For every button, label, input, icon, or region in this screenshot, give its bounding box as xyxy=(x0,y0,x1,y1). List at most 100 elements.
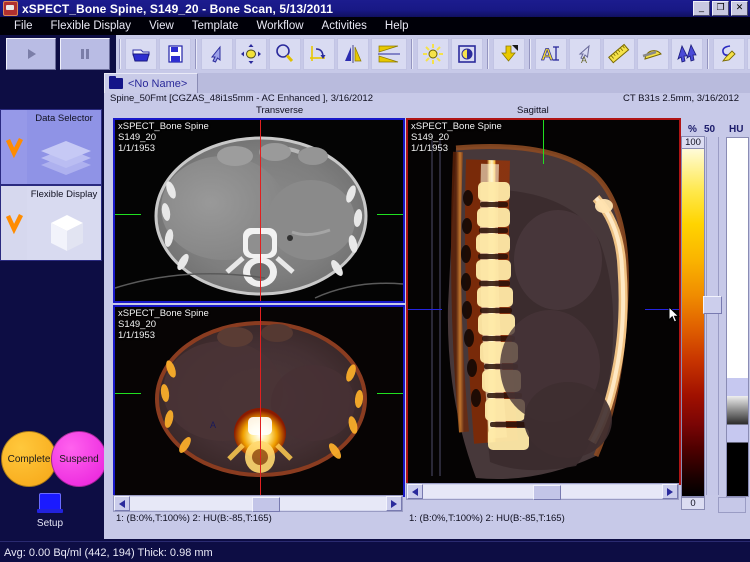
magnifier-icon xyxy=(274,43,296,65)
scrollbar-right-viewport[interactable] xyxy=(406,483,679,500)
scroll-thumb[interactable] xyxy=(533,485,561,500)
chevron-left-icon xyxy=(412,488,419,496)
close-icon: ✕ xyxy=(736,3,744,12)
setup-button[interactable]: Setup xyxy=(0,493,100,529)
scroll-right-arrow[interactable] xyxy=(662,484,678,499)
colorbar-bottom-value[interactable]: 0 xyxy=(681,497,705,510)
mirror-tool[interactable] xyxy=(337,38,369,70)
ruler-tool[interactable] xyxy=(603,38,635,70)
viewport-overlay-text: xSPECT_Bone Spine S149_20 1/1/1953 xyxy=(411,121,502,154)
patient-name: xSPECT_Bone Spine xyxy=(118,308,209,319)
series-header-right: CT B31s 2.5mm, 3/16/2012 xyxy=(623,93,739,104)
roi-draw-tool[interactable] xyxy=(713,38,745,70)
chevron-right-icon xyxy=(391,500,398,508)
scrollbar-left-viewport[interactable] xyxy=(113,495,403,512)
sidebar-item-data-selector[interactable]: Data Selector xyxy=(0,109,102,185)
window-title: xSPECT_Bone Spine, S149_20 - Bone Scan, … xyxy=(22,2,333,16)
pan-tool[interactable] xyxy=(235,38,267,70)
orientation-sagittal: Sagittal xyxy=(517,105,549,116)
open-folder-icon xyxy=(130,43,152,65)
tab-no-name[interactable]: <No Name> xyxy=(104,73,198,93)
complete-button[interactable]: Complete xyxy=(1,431,57,487)
flip-tool[interactable] xyxy=(371,38,407,70)
checkmark-icon xyxy=(6,212,23,234)
color-scale-bar[interactable] xyxy=(681,137,705,497)
navigation-group xyxy=(200,35,408,73)
close-button[interactable]: ✕ xyxy=(731,1,748,16)
pointer-tool[interactable] xyxy=(201,38,233,70)
threshold-slider-thumb[interactable] xyxy=(703,296,722,314)
menu-view[interactable]: View xyxy=(140,20,183,32)
crosshair-tick-right xyxy=(377,214,403,215)
pause-icon xyxy=(78,47,92,61)
viewport-transverse-fused[interactable]: xSPECT_Bone Spine S149_20 1/1/1953 xyxy=(113,305,405,497)
menu-flexible-display[interactable]: Flexible Display xyxy=(42,20,141,32)
viewport-overlay-text: xSPECT_Bone Spine S149_20 1/1/1953 xyxy=(118,121,209,154)
export-tool[interactable] xyxy=(493,38,525,70)
scroll-track[interactable] xyxy=(130,497,386,510)
minimize-button[interactable]: _ xyxy=(693,1,710,16)
scroll-right-arrow[interactable] xyxy=(386,496,402,511)
crosshair-tick-left xyxy=(408,309,442,310)
label-annotation-tool[interactable]: A xyxy=(569,38,601,70)
crosshair-vertical[interactable] xyxy=(260,120,261,301)
menu-file[interactable]: File xyxy=(5,20,42,32)
angle-tool[interactable] xyxy=(637,38,669,70)
crosshair-vertical[interactable] xyxy=(260,307,261,495)
multi-arrow-tool[interactable] xyxy=(671,38,703,70)
text-annotation-tool[interactable]: A xyxy=(535,38,567,70)
pause-button[interactable] xyxy=(60,38,110,70)
contrast-tool[interactable] xyxy=(451,38,483,70)
play-button[interactable] xyxy=(6,38,56,70)
sidebar-item-flexible-display[interactable]: Flexible Display xyxy=(0,185,102,261)
toolbar-separator xyxy=(529,39,531,69)
patient-dob: 1/1/1953 xyxy=(118,330,209,341)
suspend-button[interactable]: Suspend xyxy=(51,431,107,487)
hu-bottom-handle[interactable] xyxy=(718,497,746,513)
data-selector-check xyxy=(1,110,27,184)
viewport-transverse-ct[interactable]: xSPECT_Bone Spine S149_20 1/1/1953 xyxy=(113,118,405,303)
rotate-tool[interactable] xyxy=(303,38,335,70)
crosshair-vertical[interactable] xyxy=(543,120,544,164)
brightness-tool[interactable] xyxy=(417,38,449,70)
menu-help[interactable]: Help xyxy=(376,20,418,32)
scroll-left-arrow[interactable] xyxy=(114,496,130,511)
toolbar-separator xyxy=(487,39,489,69)
restore-button[interactable]: ❐ xyxy=(712,1,729,16)
save-button[interactable] xyxy=(159,38,191,70)
patient-name: xSPECT_Bone Spine xyxy=(118,121,209,132)
colorbar-top-value[interactable]: 100 xyxy=(681,136,705,149)
move-pan-icon xyxy=(240,43,262,65)
viewport-overlay-text: xSPECT_Bone Spine S149_20 1/1/1953 xyxy=(118,308,209,341)
sidebar-item-label: Data Selector xyxy=(35,113,93,124)
colorbar-percent-label: % xyxy=(688,124,697,135)
study-id: S149_20 xyxy=(118,132,209,143)
toolbar-separator xyxy=(119,39,121,69)
window-controls: _ ❐ ✕ xyxy=(693,1,748,16)
window-level-left: 1: (B:0%,T:100%) 2: HU(B:-85,T:165) xyxy=(116,513,272,524)
menu-bar: File Flexible Display View Template Work… xyxy=(0,17,750,35)
threshold-slider-track[interactable] xyxy=(706,137,719,495)
flexible-display-check xyxy=(1,186,27,260)
series-header-row: Spine_50Fmt [CGZAS_48i1s5mm - AC Enhance… xyxy=(104,93,750,105)
toolbar-separator xyxy=(411,39,413,69)
sagittal-fused-image xyxy=(408,120,679,483)
toolbar-separator xyxy=(707,39,709,69)
open-button[interactable] xyxy=(125,38,157,70)
study-id: S149_20 xyxy=(411,132,502,143)
series-header-left: Spine_50Fmt [CGZAS_48i1s5mm - AC Enhance… xyxy=(110,93,373,104)
layers-stack-icon xyxy=(37,139,95,179)
menu-template[interactable]: Template xyxy=(183,20,248,32)
zoom-tool[interactable] xyxy=(269,38,301,70)
scroll-track[interactable] xyxy=(423,485,662,498)
chevron-right-icon xyxy=(667,488,674,496)
folder-icon xyxy=(109,78,123,89)
patient-dob: 1/1/1953 xyxy=(118,143,209,154)
menu-activities[interactable]: Activities xyxy=(313,20,376,32)
scroll-left-arrow[interactable] xyxy=(407,484,423,499)
scroll-thumb[interactable] xyxy=(252,497,280,512)
rotate-axes-icon xyxy=(308,43,330,65)
hu-grayscale-bar[interactable] xyxy=(726,137,749,497)
menu-workflow[interactable]: Workflow xyxy=(247,20,312,32)
viewport-sagittal-fused[interactable]: xSPECT_Bone Spine S149_20 1/1/1953 xyxy=(406,118,681,485)
